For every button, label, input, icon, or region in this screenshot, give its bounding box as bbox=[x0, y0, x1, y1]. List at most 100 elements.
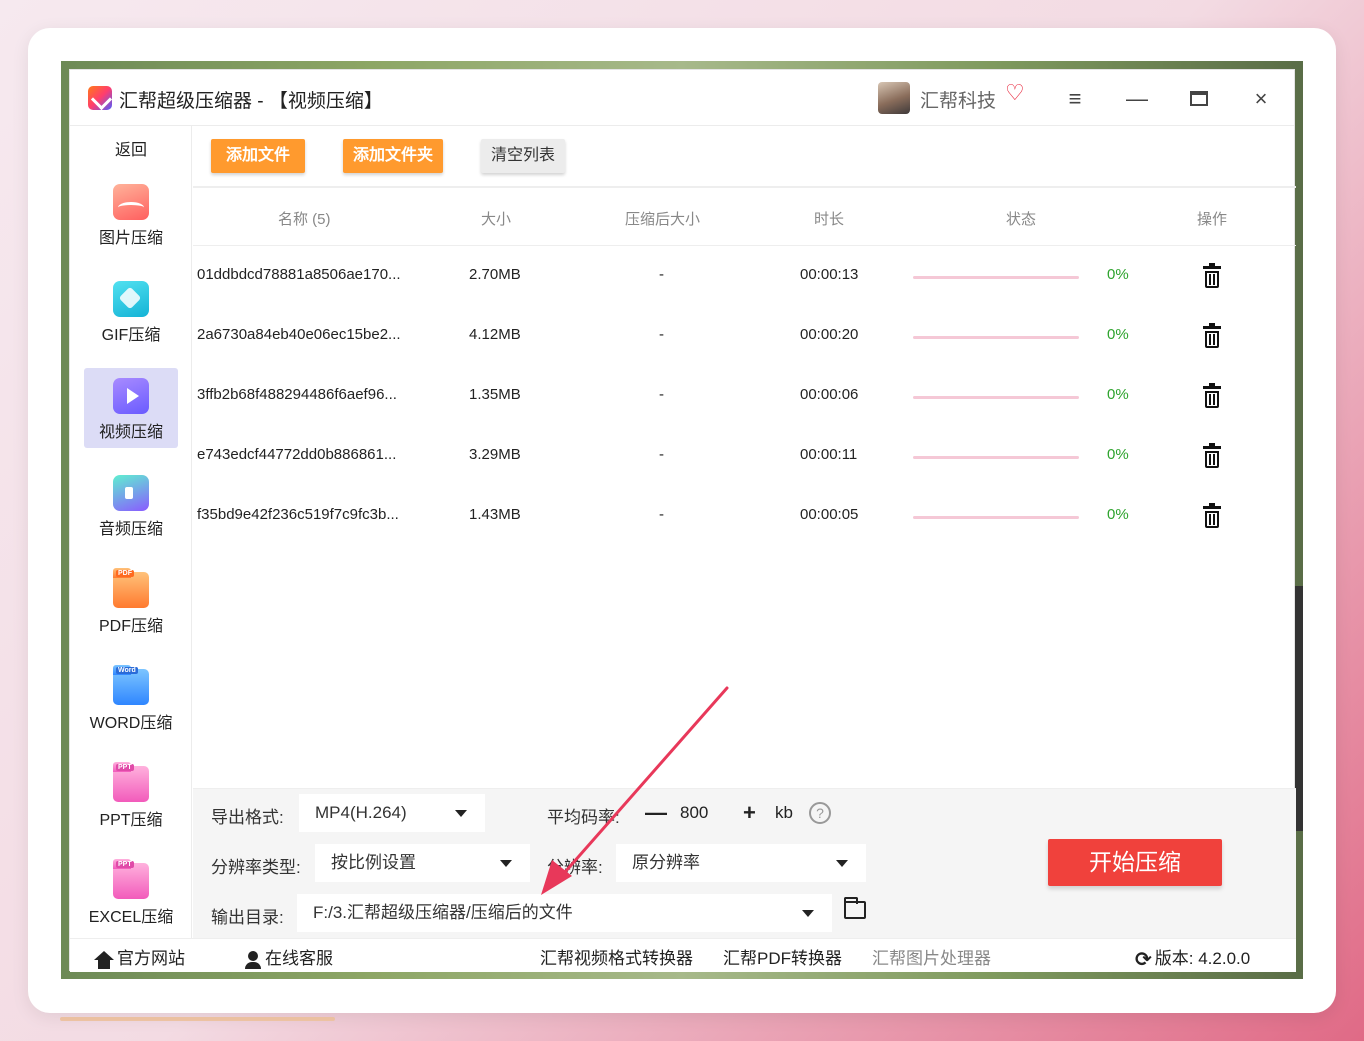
heart-icon[interactable]: ♡ bbox=[1005, 82, 1025, 104]
file-size: 3.29MB bbox=[469, 446, 521, 463]
clear-list-button[interactable]: 清空列表 bbox=[481, 139, 565, 173]
app-logo-icon bbox=[88, 86, 112, 110]
sidebar-item-label: EXCEL压缩 bbox=[88, 909, 174, 926]
delete-icon[interactable] bbox=[1203, 323, 1221, 348]
sidebar-item-label: PPT压缩 bbox=[99, 812, 163, 829]
back-button[interactable]: 返回 bbox=[70, 136, 192, 160]
output-dir-label: 输出目录: bbox=[211, 908, 284, 927]
customer-service-icon bbox=[244, 950, 262, 969]
table-row[interactable]: 01ddbdcd78881a8506ae170... 2.70MB - 00:0… bbox=[193, 246, 1296, 306]
progress-percent: 0% bbox=[1107, 266, 1129, 283]
official-site-link[interactable]: 官方网站 bbox=[94, 944, 185, 969]
audio-compress-icon bbox=[113, 475, 149, 511]
image-processor-link[interactable]: 汇帮图片处理器 bbox=[872, 944, 991, 969]
word-compress-icon: Word bbox=[113, 665, 149, 705]
table-row[interactable]: e743edcf44772dd0b886861... 3.29MB - 00:0… bbox=[193, 426, 1296, 486]
video-converter-link[interactable]: 汇帮视频格式转换器 bbox=[540, 944, 693, 969]
chevron-down-icon bbox=[455, 810, 467, 817]
ppt-compress-icon: PPT bbox=[113, 762, 149, 802]
home-icon bbox=[94, 950, 114, 969]
delete-icon[interactable] bbox=[1203, 383, 1221, 408]
app-window: 汇帮超级压缩器 - 【视频压缩】 汇帮科技 ♡ ≡ — × 返回 图片压缩 GI… bbox=[69, 69, 1296, 972]
start-compress-button[interactable]: 开始压缩 bbox=[1048, 839, 1222, 886]
sidebar-item-label: GIF压缩 bbox=[101, 327, 161, 344]
progress-bar bbox=[913, 456, 1079, 459]
add-file-button[interactable]: 添加文件 bbox=[211, 139, 305, 173]
progress-percent: 0% bbox=[1107, 506, 1129, 523]
sidebar-item-pdf[interactable]: PDF PDF压缩 bbox=[84, 562, 178, 642]
ppt-tag: PPT bbox=[116, 764, 134, 771]
video-compress-icon bbox=[113, 378, 149, 414]
table-header: 名称 (5) 大小 压缩后大小 时长 状态 操作 bbox=[193, 190, 1296, 246]
compressed-size: - bbox=[659, 326, 664, 343]
compressed-size: - bbox=[659, 446, 664, 463]
progress-bar bbox=[913, 516, 1079, 519]
compressed-size: - bbox=[659, 386, 664, 403]
excel-tag: PPT bbox=[116, 861, 134, 868]
resolution-select[interactable]: 原分辨率 bbox=[616, 844, 866, 882]
header-action: 操作 bbox=[1197, 211, 1228, 228]
pdf-converter-link[interactable]: 汇帮PDF转换器 bbox=[723, 944, 842, 969]
add-folder-button[interactable]: 添加文件夹 bbox=[343, 139, 443, 173]
image-compress-icon bbox=[113, 184, 149, 220]
file-name: 01ddbdcd78881a8506ae170... bbox=[197, 266, 401, 283]
header-size: 大小 bbox=[481, 211, 512, 228]
decorative-line bbox=[60, 1017, 335, 1021]
bitrate-plus-button[interactable]: + bbox=[743, 801, 756, 825]
format-value: MP4(H.264) bbox=[315, 803, 407, 822]
brand-avatar[interactable] bbox=[878, 82, 910, 114]
table-row[interactable]: 2a6730a84eb40e06ec15be2... 4.12MB - 00:0… bbox=[193, 306, 1296, 366]
close-icon[interactable]: × bbox=[1246, 84, 1276, 114]
bitrate-unit: kb bbox=[775, 803, 793, 822]
delete-icon[interactable] bbox=[1203, 503, 1221, 528]
header-duration: 时长 bbox=[814, 211, 845, 228]
progress-percent: 0% bbox=[1107, 326, 1129, 343]
file-name: 2a6730a84eb40e06ec15be2... bbox=[197, 326, 401, 343]
bitrate-minus-button[interactable]: — bbox=[645, 801, 667, 825]
progress-percent: 0% bbox=[1107, 446, 1129, 463]
folder-open-icon[interactable] bbox=[844, 897, 866, 919]
menu-icon[interactable]: ≡ bbox=[1060, 84, 1090, 114]
resolution-type-select[interactable]: 按比例设置 bbox=[315, 844, 530, 882]
sidebar-item-label: PDF压缩 bbox=[98, 618, 163, 635]
file-table: 名称 (5) 大小 压缩后大小 时长 状态 操作 01ddbdcd78881a8… bbox=[193, 190, 1296, 546]
help-icon[interactable]: ? bbox=[809, 802, 831, 824]
word-tag: Word bbox=[116, 667, 138, 674]
file-size: 2.70MB bbox=[469, 266, 521, 283]
maximize-icon[interactable] bbox=[1184, 84, 1214, 114]
sidebar-item-ppt[interactable]: PPT PPT压缩 bbox=[84, 756, 178, 836]
minimize-icon[interactable]: — bbox=[1122, 84, 1152, 114]
file-name: 3ffb2b68f488294486f6aef96... bbox=[197, 386, 397, 403]
format-select[interactable]: MP4(H.264) bbox=[299, 794, 485, 832]
gif-compress-icon bbox=[113, 281, 149, 317]
excel-compress-icon: PPT bbox=[113, 859, 149, 899]
official-site-label: 官方网站 bbox=[117, 949, 185, 968]
chevron-down-icon bbox=[836, 860, 848, 867]
title-bar: 汇帮超级压缩器 - 【视频压缩】 汇帮科技 ♡ ≡ — × bbox=[70, 70, 1294, 126]
table-row[interactable]: f35bd9e42f236c519f7c9fc3b... 1.43MB - 00… bbox=[193, 486, 1296, 546]
sidebar-item-word[interactable]: Word WORD压缩 bbox=[84, 659, 178, 739]
resolution-value: 原分辨率 bbox=[632, 853, 700, 872]
delete-icon[interactable] bbox=[1203, 443, 1221, 468]
sidebar: 返回 图片压缩 GIF压缩 视频压缩 音频压缩 PDF PDF压缩 Word W… bbox=[70, 126, 192, 938]
file-name: e743edcf44772dd0b886861... bbox=[197, 446, 397, 463]
table-row[interactable]: 3ffb2b68f488294486f6aef96... 1.35MB - 00… bbox=[193, 366, 1296, 426]
online-service-link[interactable]: 在线客服 bbox=[244, 944, 333, 969]
refresh-icon: ⟳ bbox=[1135, 949, 1152, 972]
sidebar-item-excel[interactable]: PPT EXCEL压缩 bbox=[84, 853, 178, 933]
sidebar-item-gif[interactable]: GIF压缩 bbox=[84, 271, 178, 351]
version-info[interactable]: ⟳ 版本: 4.2.0.0 bbox=[1135, 944, 1250, 972]
header-compressed-size: 压缩后大小 bbox=[625, 211, 701, 228]
delete-icon[interactable] bbox=[1203, 263, 1221, 288]
progress-percent: 0% bbox=[1107, 386, 1129, 403]
sidebar-item-audio[interactable]: 音频压缩 bbox=[84, 465, 178, 545]
file-name: f35bd9e42f236c519f7c9fc3b... bbox=[197, 506, 399, 523]
progress-bar bbox=[913, 396, 1079, 399]
sidebar-item-video[interactable]: 视频压缩 bbox=[84, 368, 178, 448]
resolution-label: 分辨率: bbox=[547, 858, 603, 877]
brand-name[interactable]: 汇帮科技 bbox=[920, 86, 996, 113]
sidebar-item-image[interactable]: 图片压缩 bbox=[84, 174, 178, 254]
settings-panel: 导出格式: MP4(H.264) 平均码率: — 800 + kb ? 分辨率类… bbox=[193, 788, 1296, 938]
bitrate-input[interactable]: 800 bbox=[680, 803, 708, 823]
output-dir-select[interactable]: F:/3.汇帮超级压缩器/压缩后的文件 bbox=[297, 894, 832, 932]
